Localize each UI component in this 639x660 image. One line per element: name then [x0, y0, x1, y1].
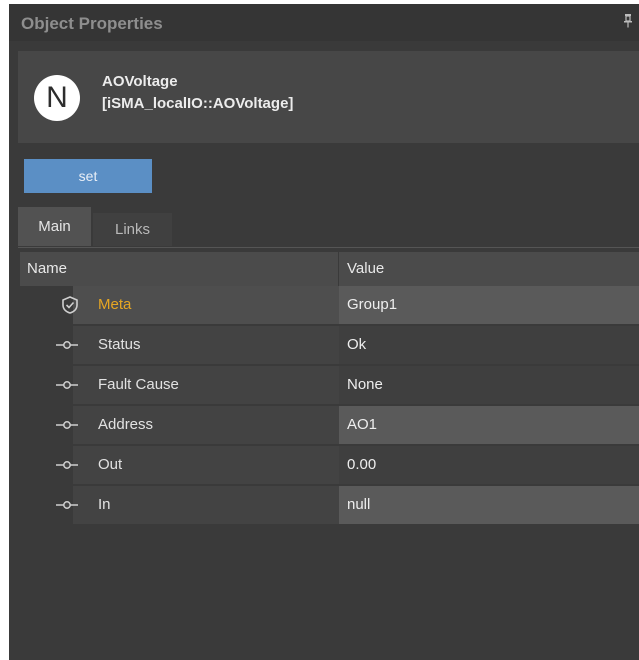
row-label: In	[98, 496, 111, 513]
table-row-in[interactable]: In null	[20, 486, 639, 525]
object-properties-panel: Object Properties N AOVoltage [iSMA_loca…	[9, 4, 639, 660]
panel-title: Object Properties	[21, 14, 163, 33]
shield-icon	[62, 296, 78, 314]
value-cell[interactable]	[339, 486, 639, 524]
slot-icon	[56, 381, 78, 389]
slot-icon	[56, 421, 78, 429]
slot-icon	[56, 341, 78, 349]
object-header: N AOVoltage [iSMA_localIO::AOVoltage]	[18, 51, 639, 143]
slot-icon	[56, 501, 78, 509]
row-value[interactable]: null	[347, 496, 370, 513]
row-label: Status	[98, 336, 141, 353]
object-type-icon: N	[34, 75, 80, 121]
column-divider	[338, 252, 339, 286]
row-value: None	[347, 376, 383, 393]
table-row-status[interactable]: Status Ok	[20, 326, 639, 365]
row-value[interactable]: AO1	[347, 416, 377, 433]
table-row-out[interactable]: Out 0.00	[20, 446, 639, 485]
slot-icon	[56, 461, 78, 469]
name-cell	[73, 486, 339, 524]
row-label: Address	[98, 416, 154, 433]
tab-bar: Main Links	[18, 207, 639, 248]
set-button[interactable]: set	[24, 159, 152, 193]
row-value: Ok	[347, 336, 367, 353]
value-cell[interactable]	[339, 406, 639, 444]
row-value: 0.00	[347, 456, 377, 473]
table-row-fault-cause[interactable]: Fault Cause None	[20, 366, 639, 405]
tab-main[interactable]: Main	[18, 207, 91, 246]
row-label: Fault Cause	[98, 376, 179, 393]
panel-titlebar: Object Properties	[9, 4, 639, 41]
column-header-value: Value	[347, 260, 385, 277]
value-cell	[339, 326, 639, 364]
column-header-name: Name	[27, 260, 68, 277]
value-cell	[339, 446, 639, 484]
table-header: Name Value	[20, 252, 639, 286]
value-cell	[339, 366, 639, 404]
object-name: AOVoltage	[102, 73, 178, 90]
table-row-address[interactable]: Address AO1	[20, 406, 639, 445]
row-value[interactable]: Group1	[347, 296, 397, 313]
tab-links[interactable]: Links	[93, 213, 172, 246]
pin-icon[interactable]	[623, 14, 633, 28]
row-label: Meta	[98, 296, 132, 313]
table-row-meta[interactable]: Meta Group1	[20, 286, 639, 325]
row-label: Out	[98, 456, 123, 473]
object-path: [iSMA_localIO::AOVoltage]	[102, 95, 294, 112]
